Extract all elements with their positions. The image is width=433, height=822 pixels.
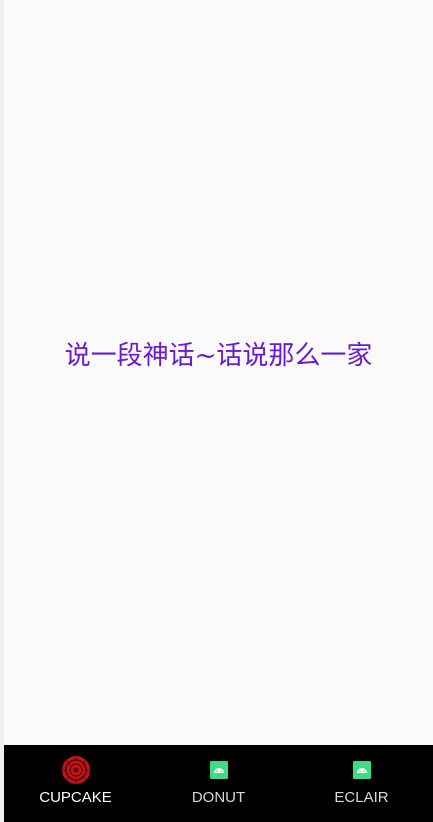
nav-item-donut[interactable]: DONUT <box>147 745 290 822</box>
nav-label-cupcake: CUPCAKE <box>39 789 112 806</box>
main-content[interactable]: 说一段神话~话说那么一家 <box>4 0 433 745</box>
android-icon <box>347 755 377 785</box>
android-icon <box>204 755 234 785</box>
bottom-navigation: CUPCAKE DONUT ECLAIR <box>4 745 433 822</box>
nav-item-cupcake[interactable]: CUPCAKE <box>4 745 147 822</box>
nav-item-eclair[interactable]: ECLAIR <box>290 745 433 822</box>
cupcake-badge-icon <box>61 755 91 785</box>
lyric-text: 说一段神话~话说那么一家 <box>64 341 373 371</box>
nav-label-eclair: ECLAIR <box>334 789 389 806</box>
app-screen: 说一段神话~话说那么一家 CUPCAKE DONUT ECLAIR <box>0 0 433 822</box>
nav-label-donut: DONUT <box>191 789 246 806</box>
